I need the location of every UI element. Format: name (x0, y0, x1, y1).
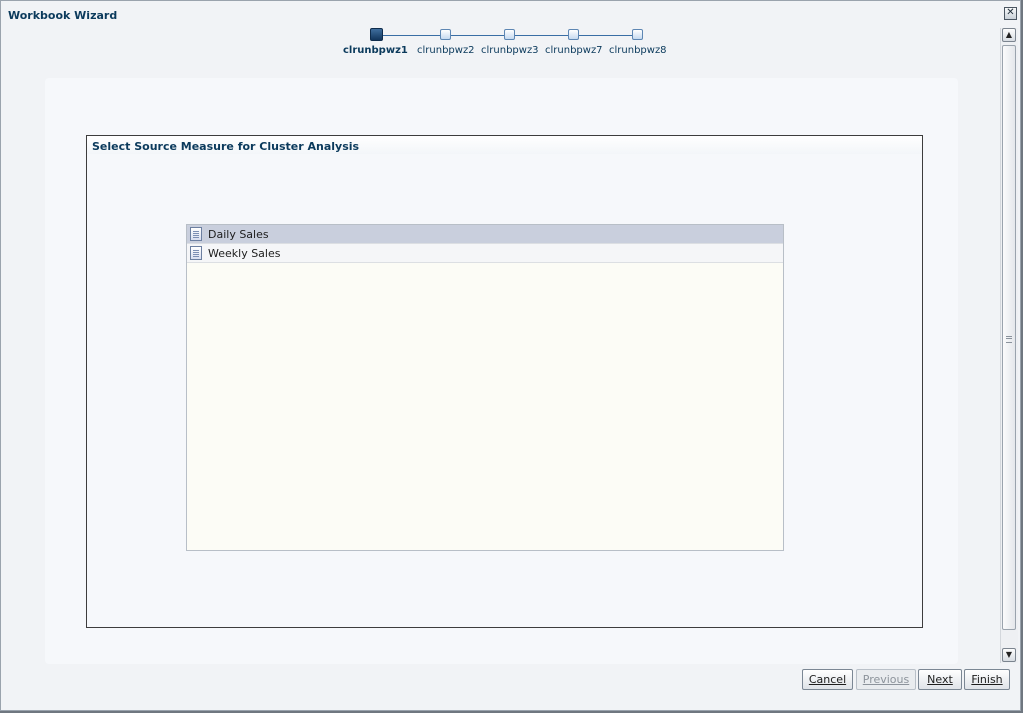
measure-document-icon (190, 246, 202, 260)
train-stop-2[interactable] (440, 29, 451, 40)
train-stop-5[interactable] (632, 29, 643, 40)
measure-list-item[interactable]: Daily Sales (187, 225, 783, 244)
measure-list-item[interactable]: Weekly Sales (187, 244, 783, 263)
measure-label: Daily Sales (208, 228, 269, 241)
measure-label: Weekly Sales (208, 247, 281, 260)
section-title: Select Source Measure for Cluster Analys… (92, 140, 360, 153)
scroll-down-arrow-icon[interactable]: ▼ (1002, 648, 1016, 662)
finish-button[interactable]: Finish (964, 669, 1010, 690)
workbook-wizard-dialog: Workbook Wizard ✕ clrunbpwz1 clrunbpwz2 … (0, 0, 1021, 711)
cancel-button[interactable]: Cancel (802, 669, 853, 690)
section-header: Select Source Measure for Cluster Analys… (87, 136, 922, 154)
train-step-label-1[interactable]: clrunbpwz1 (343, 45, 408, 56)
train-step-label-5[interactable]: clrunbpwz8 (609, 45, 667, 56)
finish-button-label: Finish (971, 673, 1003, 686)
dialog-title: Workbook Wizard (8, 9, 118, 22)
next-button[interactable]: Next (918, 669, 962, 690)
train-step-label-4[interactable]: clrunbpwz7 (545, 45, 603, 56)
measure-list[interactable]: Daily Sales Weekly Sales (186, 224, 784, 551)
scrollbar-thumb[interactable] (1002, 45, 1016, 630)
next-button-label: Next (927, 673, 953, 686)
scroll-up-arrow-icon[interactable]: ▲ (1002, 28, 1016, 42)
train-stop-1[interactable] (370, 28, 383, 41)
train-stop-3[interactable] (504, 29, 515, 40)
close-icon[interactable]: ✕ (1004, 7, 1017, 20)
cancel-button-label: Cancel (808, 673, 847, 686)
previous-button[interactable]: Previous (856, 669, 916, 690)
previous-button-label: Previous (862, 673, 910, 686)
vertical-scrollbar[interactable]: ▲ ▼ (1000, 28, 1018, 663)
grip-icon (1006, 336, 1012, 343)
train-step-label-3[interactable]: clrunbpwz3 (481, 45, 539, 56)
measure-document-icon (190, 227, 202, 241)
train-step-label-2[interactable]: clrunbpwz2 (417, 45, 475, 56)
train-stop-4[interactable] (568, 29, 579, 40)
